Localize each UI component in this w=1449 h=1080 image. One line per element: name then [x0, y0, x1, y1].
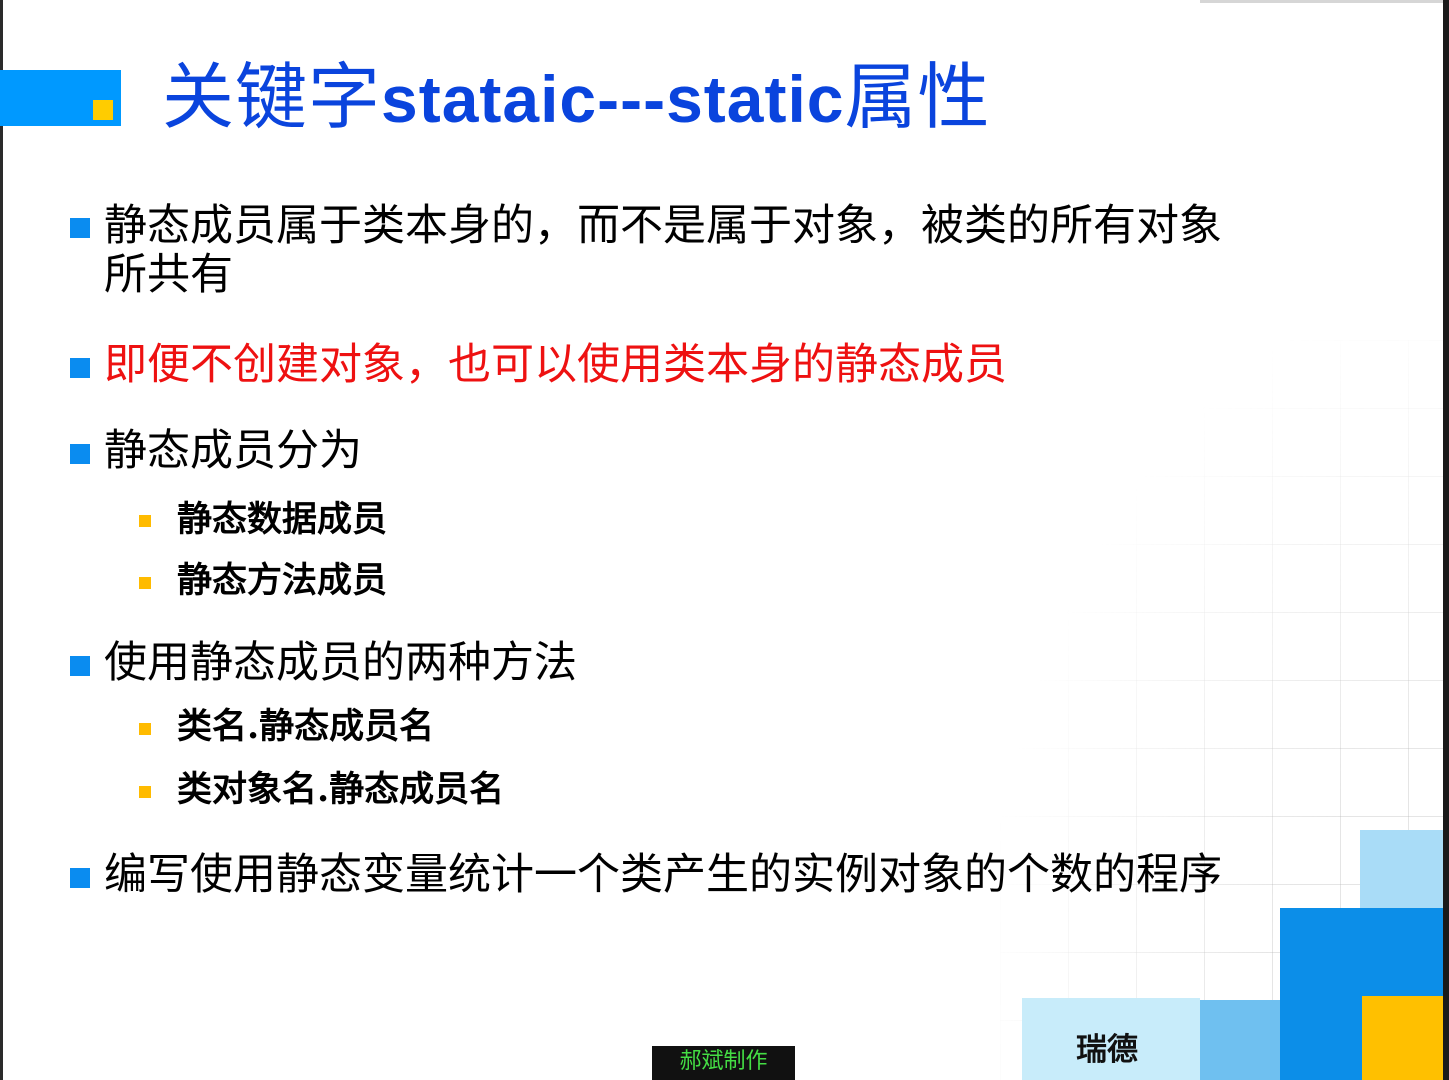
- bullet-static-members-continuation: 所共有: [104, 250, 233, 300]
- footer-logo-text: 瑞德: [1076, 1032, 1138, 1068]
- bullet-static-members-belong-to-class: 静态成员属于类本身的，而不是属于对象，被类的所有对象: [104, 201, 1222, 251]
- slide-title: 关键字stataic---static属性: [162, 52, 991, 144]
- bullet-marker: [70, 656, 90, 676]
- bullet-two-ways-to-use: 使用静态成员的两种方法: [104, 638, 577, 688]
- sub-bullet-marker: [139, 515, 151, 527]
- author-credit: 郝斌制作: [652, 1046, 795, 1080]
- right-edge: [1443, 0, 1449, 1080]
- sub-bullet-marker: [139, 723, 151, 735]
- title-suffix: 属性: [844, 55, 991, 139]
- decor-block: [1200, 1000, 1280, 1080]
- sub-bullet-class-name-access: 类名.静态成员名: [177, 706, 435, 747]
- top-strip: [1200, 0, 1443, 3]
- decor-block: [1362, 996, 1443, 1080]
- bullet-write-counter-program: 编写使用静态变量统计一个类产生的实例对象的个数的程序: [104, 850, 1222, 900]
- sub-bullet-object-name-access: 类对象名.静态成员名: [177, 769, 505, 810]
- bullet-static-member-types: 静态成员分为: [104, 426, 362, 476]
- bullet-marker: [70, 444, 90, 464]
- title-accent-square: [93, 100, 113, 120]
- bullet-marker: [70, 218, 90, 238]
- left-edge: [0, 0, 3, 1080]
- slide: 关键字stataic---static属性 静态成员属于类本身的，而不是属于对象…: [0, 0, 1449, 1080]
- title-keyword: stataic---static: [381, 62, 845, 136]
- decor-block: [1360, 830, 1443, 910]
- bullet-marker: [70, 868, 90, 888]
- bullet-marker: [70, 358, 90, 378]
- sub-bullet-marker: [139, 577, 151, 589]
- title-prefix: 关键字: [162, 55, 382, 139]
- sub-bullet-static-method-member: 静态方法成员: [177, 560, 388, 601]
- bullet-use-without-object: 即便不创建对象，也可以使用类本身的静态成员: [104, 340, 1007, 390]
- sub-bullet-marker: [139, 786, 151, 798]
- sub-bullet-static-data-member: 静态数据成员: [177, 499, 388, 540]
